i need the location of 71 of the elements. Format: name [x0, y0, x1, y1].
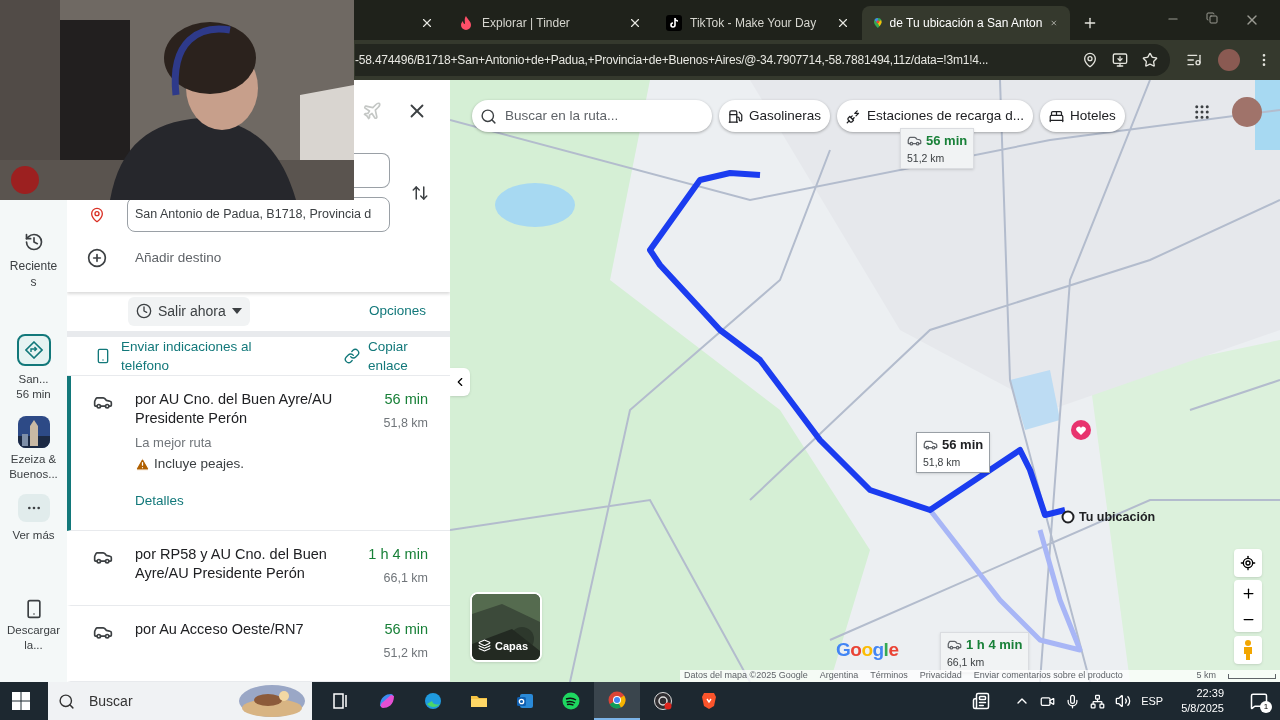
flame-icon: [458, 15, 474, 31]
address-bar[interactable]: -58.474496/B1718+San+Antonio+de+Padua,+Provincia+de+Buenos+Aires/@-34.7907714,-58.7881494,11z/data=!3m1!4...: [355, 44, 1170, 76]
mail-icon: [515, 691, 535, 711]
notification-count: 1: [1260, 701, 1272, 713]
language-indicator[interactable]: ESP: [1141, 692, 1164, 710]
search-icon: [58, 692, 75, 710]
warning-icon: [135, 456, 150, 472]
lion-icon: [699, 691, 719, 711]
add-destination-link[interactable]: Añadir destino: [127, 241, 390, 275]
close-icon[interactable]: [420, 16, 434, 30]
close-icon[interactable]: [628, 16, 642, 30]
location-icon[interactable]: [1082, 52, 1098, 68]
rail-label[interactable]: Recientes: [8, 258, 59, 290]
send-to-phone-icon: [95, 347, 111, 364]
swirl-icon: [377, 691, 397, 711]
close-icon[interactable]: [836, 16, 850, 30]
route-time: 56 min: [384, 389, 428, 409]
volume-icon[interactable]: [1115, 693, 1132, 709]
send-to-phone-link[interactable]: Enviar indicaciones al teléfono: [121, 336, 271, 375]
caret-icon: [231, 308, 242, 315]
notifications-icon[interactable]: [1250, 692, 1268, 710]
route-note: La mejor ruta: [135, 433, 213, 452]
link-icon: [344, 347, 360, 364]
network-icon[interactable]: [1090, 693, 1106, 709]
url-text: -58.474496/B1718+San+Antonio+de+Padua,+Provincia+de+Buenos+Aires/@-34.7907714,-58.7881494,11z/data=!3m1!4...: [355, 52, 990, 69]
options-link[interactable]: Opciones: [368, 301, 426, 322]
rail-sublabel: 56 min: [16, 387, 51, 402]
route-time: 56 min: [384, 620, 428, 640]
route-name: por AU Cno. del Buen Ayre/AU Presidente Perón: [135, 389, 334, 428]
rail-label[interactable]: Ver más: [12, 528, 55, 543]
start-icon[interactable]: [12, 692, 30, 710]
bookmark-icon[interactable]: [1142, 52, 1158, 68]
taskbar-app-button[interactable]: [594, 682, 640, 720]
route-time: 1 h 4 min: [368, 544, 428, 564]
rail-label[interactable]: Ezeiza & Buenos...: [1, 452, 66, 482]
destination-pin-icon: [89, 206, 105, 223]
route-shortcut[interactable]: [16, 334, 51, 366]
depart-time-button[interactable]: Salir ahora: [128, 296, 250, 326]
add-icon[interactable]: [87, 248, 107, 268]
taskbar-search-field[interactable]: Buscar: [48, 682, 312, 720]
directions-icon: [24, 341, 43, 359]
clock-time[interactable]: 22:39: [1196, 686, 1224, 701]
clock-date[interactable]: 5/8/2025: [1181, 701, 1224, 716]
clock-icon: [136, 303, 152, 320]
new-tab-icon[interactable]: [1082, 15, 1098, 31]
browser-icon: [423, 691, 443, 711]
rail-label[interactable]: Descargar la...: [2, 623, 65, 653]
route-distance: 51,8 km: [383, 414, 428, 432]
warning-text: Incluye peajes.: [154, 455, 245, 473]
install-icon[interactable]: [1112, 52, 1128, 68]
recorder-icon: [653, 691, 673, 711]
browser-tab[interactable]: de Tu ubicación a San Anton: [862, 6, 1070, 40]
route-distance: 66,1 km: [383, 569, 428, 587]
widgets-icon[interactable]: [972, 692, 991, 710]
history-icon[interactable]: [23, 232, 44, 252]
route-distance: 51,2 km: [383, 645, 428, 663]
browser-tab[interactable]: TikTok - Make Your Day: [654, 6, 862, 40]
music-icon: [561, 691, 581, 711]
copy-link-link[interactable]: Copiar enlace: [368, 336, 432, 375]
swap-icon[interactable]: [411, 183, 429, 202]
browser-tab[interactable]: Explorar | Tinder: [446, 6, 654, 40]
search-placeholder: Buscar: [89, 691, 134, 711]
rail-label[interactable]: San...: [18, 372, 49, 387]
note-icon: [666, 15, 682, 31]
browser-icon: [607, 690, 627, 710]
route-name: por Au Acceso Oeste/RN7: [135, 620, 305, 640]
details-link[interactable]: Detalles: [135, 491, 184, 512]
restore-icon[interactable]: [1206, 12, 1218, 24]
media-icon[interactable]: [1186, 52, 1202, 68]
microphone-icon[interactable]: [1065, 693, 1081, 709]
route-name: por RP58 y AU Cno. del Buen Ayre/AU Presidente Perón: [135, 544, 328, 583]
